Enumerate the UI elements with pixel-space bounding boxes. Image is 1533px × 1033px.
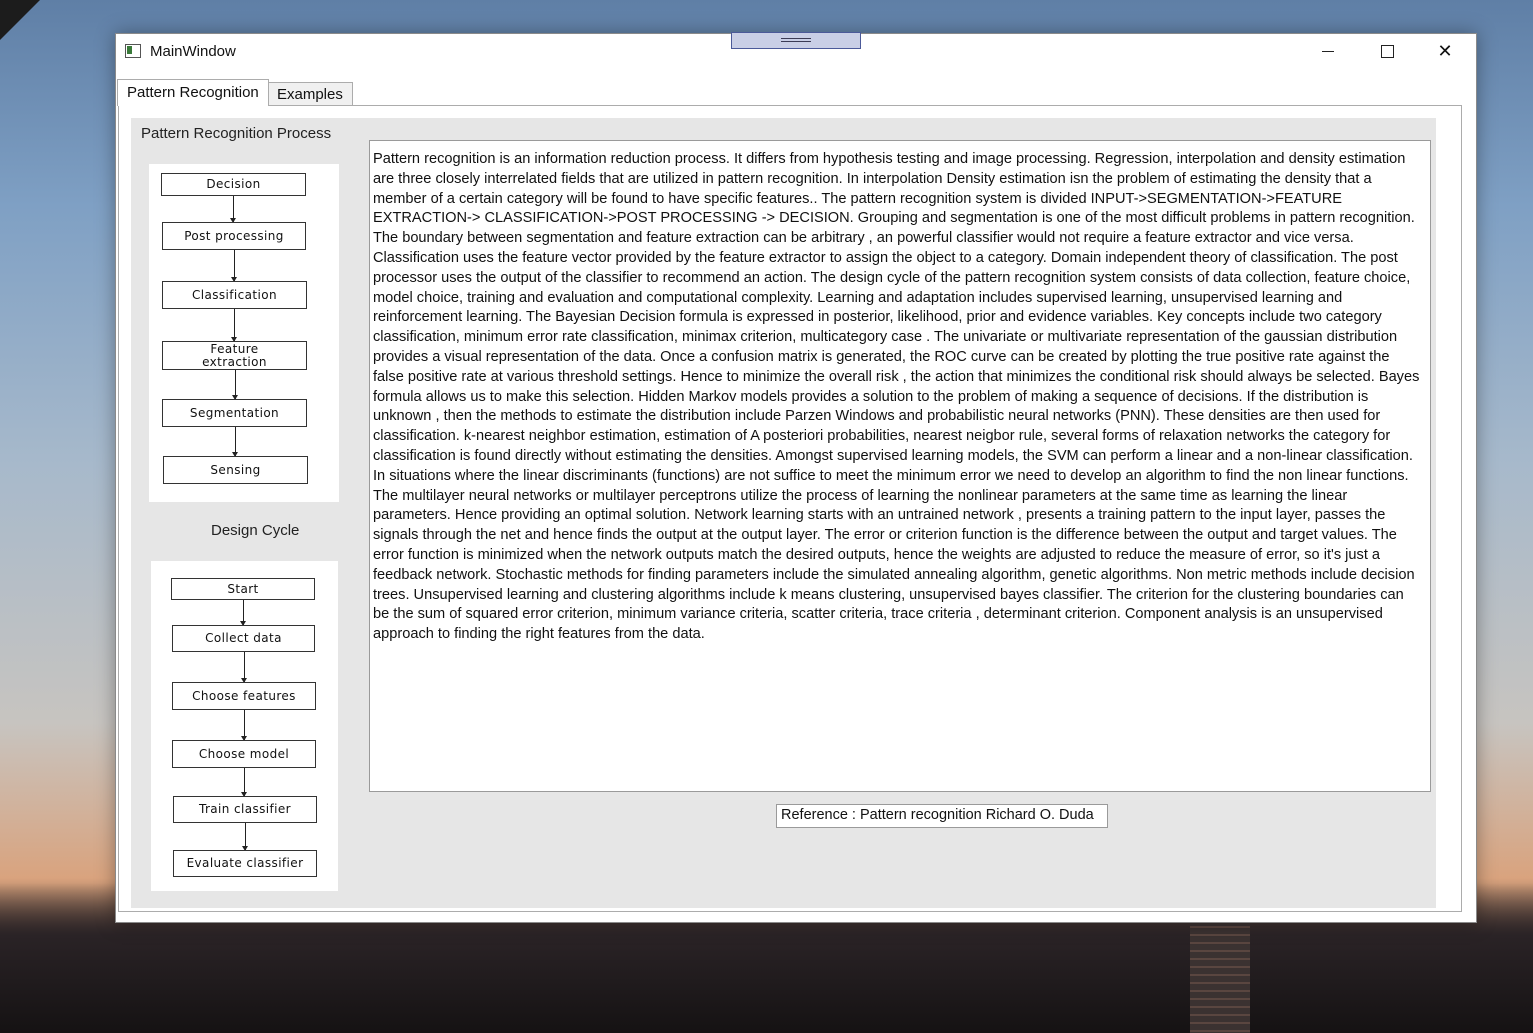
tab-examples[interactable]: Examples <box>267 82 353 106</box>
title-bar[interactable]: MainWindow ✕ <box>116 32 1476 68</box>
process-step-post-processing: Post processing <box>162 222 306 250</box>
arrow-icon <box>241 652 247 683</box>
tab-content: Pattern Recognition Process Decision Pos… <box>118 105 1462 912</box>
process-title: Pattern Recognition Process <box>141 125 332 142</box>
arrow-icon <box>242 823 248 851</box>
maximize-button[interactable] <box>1358 34 1416 68</box>
process-step-decision: Decision <box>161 173 306 196</box>
process-flowchart: Decision Post processing Classification … <box>149 164 339 502</box>
design-step-train-classifier: Train classifier <box>173 796 317 823</box>
minimize-button[interactable] <box>1299 34 1357 68</box>
arrow-icon <box>240 600 246 626</box>
close-icon: ✕ <box>1437 40 1453 62</box>
arrow-icon <box>230 196 236 223</box>
design-step-choose-features: Choose features <box>172 682 316 710</box>
main-window: MainWindow ✕ Pattern Recognition Example… <box>115 32 1477 923</box>
maximize-icon <box>1380 44 1394 58</box>
close-button[interactable]: ✕ <box>1416 34 1474 68</box>
process-step-segmentation: Segmentation <box>162 399 307 427</box>
app-window-icon <box>125 44 141 58</box>
arrow-icon <box>241 710 247 741</box>
desktop-corner <box>0 0 40 40</box>
arrow-icon <box>231 250 237 282</box>
design-step-collect-data: Collect data <box>172 625 315 652</box>
design-step-evaluate-classifier: Evaluate classifier <box>173 850 317 877</box>
tab-bar: Pattern Recognition Examples <box>116 79 1476 106</box>
content-panel: Pattern Recognition Process Decision Pos… <box>131 118 1436 908</box>
tab-pattern-recognition[interactable]: Pattern Recognition <box>117 79 269 106</box>
design-cycle-flowchart: Start Collect data Choose features Choos… <box>151 561 338 891</box>
process-step-sensing: Sensing <box>163 456 308 484</box>
arrow-icon <box>232 427 238 457</box>
process-step-classification: Classification <box>162 281 307 309</box>
arrow-icon <box>241 768 247 797</box>
process-step-feature-extraction: Feature extraction <box>162 341 307 370</box>
arrow-icon <box>232 370 238 400</box>
desktop-tower <box>1190 920 1250 1033</box>
window-title: MainWindow <box>150 43 236 60</box>
minimize-icon <box>1322 50 1334 52</box>
design-step-start: Start <box>171 578 315 600</box>
design-step-choose-model: Choose model <box>172 740 316 768</box>
design-cycle-title: Design Cycle <box>211 522 300 539</box>
arrow-icon <box>231 309 237 342</box>
description-textbox[interactable]: Pattern recognition is an information re… <box>369 140 1431 792</box>
reference-textbox[interactable]: Reference : Pattern recognition Richard … <box>776 804 1108 828</box>
drag-handle[interactable] <box>731 32 861 49</box>
